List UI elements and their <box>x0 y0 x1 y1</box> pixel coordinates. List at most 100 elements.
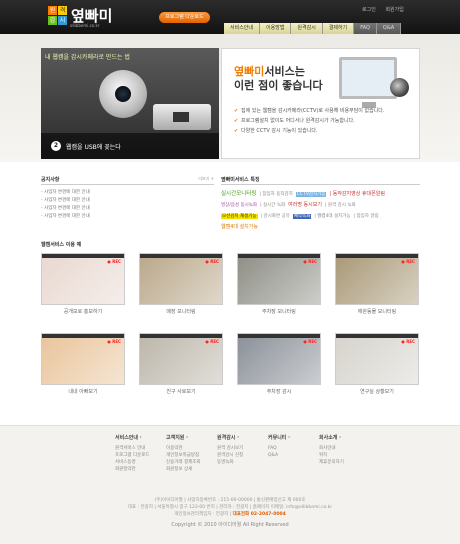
video-toolbar <box>336 334 418 338</box>
rec-indicator: ● REC <box>401 259 415 264</box>
footer-link[interactable]: FAQ <box>268 445 319 452</box>
example-card[interactable]: ● REC 친구 사로보기 <box>139 333 223 395</box>
banner-title: 내 웹캠을 감시카메라로 만드는 법 <box>45 54 130 61</box>
footer-link[interactable]: Q&A <box>268 452 319 459</box>
footer-link[interactable]: 이용약관 <box>166 445 217 452</box>
nav-remote-watch[interactable]: 원격감시 <box>291 23 323 34</box>
nav-payment[interactable]: 결제하기 <box>322 23 355 34</box>
headline-line2: 이런 점이 좋습니다 <box>234 79 323 92</box>
nav-faq[interactable]: FAQ <box>354 23 377 34</box>
nav-service-info[interactable]: 서비스안내 <box>224 23 261 34</box>
logo-mark: 원 격 감 시 <box>48 6 67 25</box>
step-text: 웹캠을 USB에 꽂는다 <box>66 143 121 151</box>
footer-link[interactable]: 신용거래 결제조회 <box>166 459 217 466</box>
feature-tag: 여러명 동시보기 <box>288 202 322 208</box>
site-logo[interactable]: 원 격 감 시 옆빠미 ollibbemi.co.kr <box>48 6 113 28</box>
example-thumbnail[interactable]: ● REC <box>335 253 419 305</box>
footer-link[interactable]: 원격 감시보기 <box>217 445 268 452</box>
nav-qna[interactable]: Q&A <box>376 23 402 34</box>
example-thumbnail[interactable]: ● REC <box>139 253 223 305</box>
step-number: 2 <box>51 141 61 151</box>
usb-icon <box>153 104 211 130</box>
footer-column: 커뮤니티 · FAQ Q&A <box>268 434 319 473</box>
feature-tag: | 웹캠4대 설치가능 <box>314 214 351 219</box>
notice-item[interactable]: - 사업자 변경에 대한 안내 <box>41 213 214 221</box>
footer-link[interactable]: 원격감시 신청 <box>217 452 268 459</box>
video-toolbar <box>140 254 222 258</box>
company-info-line: (주)아이디어월 | 사업자등록번호 : 215-00-00000 | 통신판매… <box>154 498 306 503</box>
signup-link[interactable]: 회원가입 <box>385 7 403 13</box>
notice-item[interactable]: - 사업자 변경에 대한 안내 <box>41 205 214 213</box>
example-card[interactable]: ● REC 연구실 상황보기 <box>335 333 419 395</box>
logo-text: 옆빠미 <box>71 6 113 25</box>
example-thumbnail[interactable]: ● REC <box>41 253 125 305</box>
example-caption: 공개모로 홍보하기 <box>63 309 103 315</box>
notice-more-link[interactable]: 더보기 + <box>198 176 214 182</box>
privacy-officer: 개인정보관리책임자 : 전광지 | <box>174 512 232 517</box>
example-card[interactable]: ● REC 내내 아빠보기 <box>41 333 125 395</box>
example-caption: 연구실 상황보기 <box>360 389 394 395</box>
features-title: 옆빠미서비스 특징 <box>221 177 260 183</box>
feature-tag: 예약녹화 <box>292 214 312 219</box>
rec-indicator: ● REC <box>107 339 121 344</box>
example-card[interactable]: ● REC 매장 모니터링 <box>139 253 223 315</box>
footer-link[interactable]: 서비스동영 <box>115 459 166 466</box>
video-toolbar <box>140 334 222 338</box>
webcam-icon <box>390 78 409 97</box>
footer-column-title: 커뮤니티 · <box>268 435 291 441</box>
footer-column-title: 서비스안내 · <box>115 435 142 441</box>
util-links: 로그인 회원가입 <box>362 6 412 13</box>
logo-glyph: 감 <box>48 16 57 25</box>
company-info-line: 대표 : 전광지 | 서울특별시 중구 123-00 번지 | 관리자 : 전광… <box>127 505 333 510</box>
notice-item[interactable]: - 사업자 변경에 대한 안내 <box>41 189 214 197</box>
webcam-visual-banner[interactable]: 내 웹캠을 감시카메라로 만드는 법 2 웹캠을 USB에 꽂는다 <box>41 48 219 159</box>
footer-column-title: 원격감시 · <box>217 435 240 441</box>
example-thumbnail[interactable]: ● REC <box>335 333 419 385</box>
video-toolbar <box>336 254 418 258</box>
site-header: 원 격 감 시 옆빠미 ollibbemi.co.kr 프로그램 다운로드 로그… <box>0 0 460 34</box>
example-card[interactable]: ● REC 애완동물 모니터링 <box>335 253 419 315</box>
example-card[interactable]: ● REC 주차장 감시 <box>237 333 321 395</box>
video-toolbar <box>238 254 320 258</box>
footer-link[interactable]: 개인정보취급방침 <box>166 452 217 459</box>
site-footer: 서비스안내 · 원격서비스 안내 프로그램 다운로드 서비스동영 회원정약관 고객지원 ·… <box>0 425 460 544</box>
footer-link[interactable]: 동영녹화 <box>217 459 268 466</box>
feature-tag: 영상/음성 동시녹화 <box>221 203 258 208</box>
notice-header: 공지사항 더보기 + <box>41 176 214 185</box>
example-thumbnail[interactable]: ● REC <box>139 333 223 385</box>
login-link[interactable]: 로그인 <box>362 7 376 13</box>
example-thumbnail[interactable]: ● REC <box>237 253 321 305</box>
notice-section: 공지사항 더보기 + - 사업자 변경에 대한 안내 - 사업자 변경에 대한 … <box>41 176 214 221</box>
features-header: 옆빠미서비스 특징 <box>221 176 420 185</box>
benefits-list: 집에 있는 웹캠을 감시카메라(CCTV)로 사용해 비용부담이 없습니다. 프… <box>234 107 414 137</box>
benefit-item: 다양한 CCTV 감시 기능이 있습니다. <box>234 127 414 135</box>
footer-link[interactable]: 제휴문의하기 <box>319 459 370 466</box>
example-caption: 주차장 감시 <box>266 389 292 395</box>
program-download-button[interactable]: 프로그램 다운로드 <box>159 12 210 23</box>
example-card[interactable]: ● REC 주차장 모니터링 <box>237 253 321 315</box>
headline-rest: 서비스는 <box>264 65 305 78</box>
feature-tag: 웹캠4대 설치가능 <box>221 224 258 230</box>
logo-glyph: 시 <box>58 16 67 25</box>
notice-title: 공지사항 <box>41 177 60 183</box>
example-caption: 내내 아빠보기 <box>68 389 98 395</box>
footer-column: 회사소개 · 회사안내 위치 제휴문의하기 <box>319 434 370 473</box>
footer-link[interactable]: 회원정약관 <box>115 466 166 473</box>
feature-tag: | 실시간 녹화 <box>260 203 286 208</box>
example-thumbnail[interactable]: ● REC <box>41 333 125 385</box>
footer-link[interactable]: 회사안내 <box>319 445 370 452</box>
footer-link[interactable]: 원격서비스 안내 <box>115 445 166 452</box>
footer-link[interactable]: 프로그램 다운로드 <box>115 452 166 459</box>
notice-item[interactable]: - 사업자 변경에 대한 안내 <box>41 197 214 205</box>
example-caption: 매장 모니터링 <box>166 309 196 315</box>
rec-indicator: ● REC <box>107 259 121 264</box>
example-thumbnail[interactable]: ● REC <box>237 333 321 385</box>
nav-how-to-use[interactable]: 이용방법 <box>260 23 292 34</box>
footer-link[interactable]: 위치 <box>319 452 370 459</box>
rec-indicator: ● REC <box>205 339 219 344</box>
footer-link[interactable]: 회원정보 상세 <box>166 466 217 473</box>
benefits-headline: 옆빠미서비스는 이런 점이 좋습니다 <box>234 65 323 93</box>
example-caption: 애완동물 모니터링 <box>357 309 397 315</box>
feature-tag: | 감시화면 공유 <box>260 214 290 219</box>
example-card[interactable]: ● REC 공개모로 홍보하기 <box>41 253 125 315</box>
